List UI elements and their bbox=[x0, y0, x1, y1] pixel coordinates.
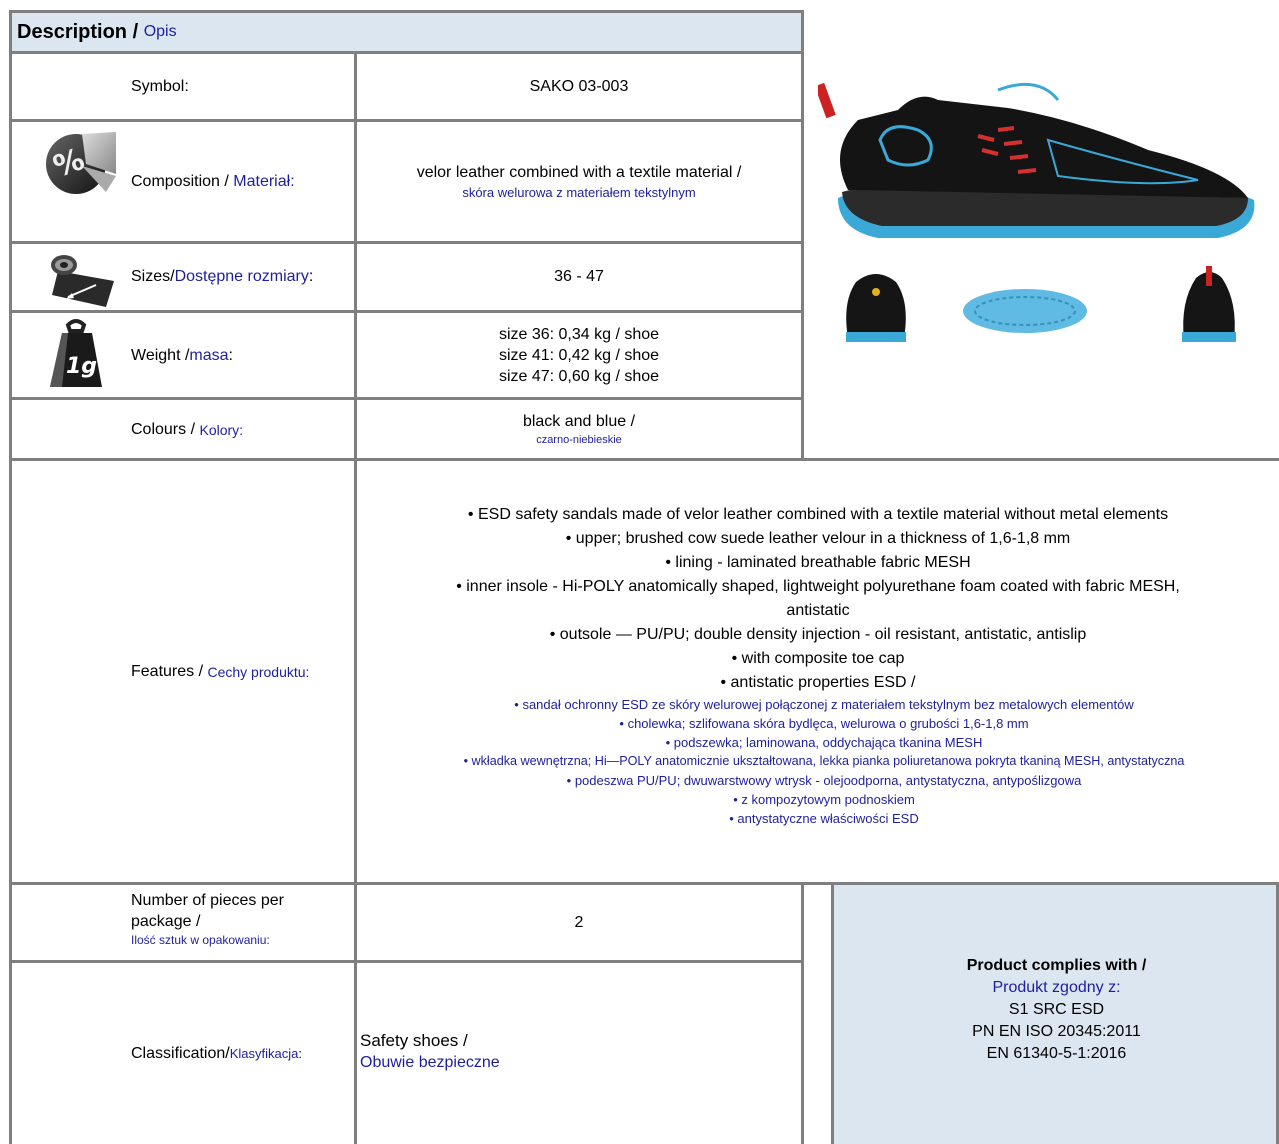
pieces-label: Number of pieces per package / Ilość szt… bbox=[131, 890, 351, 948]
compliance-title-pl: Produkt zgodny z: bbox=[992, 979, 1121, 996]
feature-pl-line: • cholewka; szlifowana skóra bydlęca, we… bbox=[619, 716, 1029, 731]
weight-label-colon: : bbox=[228, 346, 233, 364]
weight-values: size 36: 0,34 kg / shoe size 41: 0,42 kg… bbox=[357, 313, 801, 398]
classification-value-en: Safety shoes / bbox=[360, 1031, 468, 1050]
features-label-en: Features / bbox=[131, 663, 204, 680]
features-label: Features / Cechy produktu: bbox=[131, 461, 309, 883]
percent-pie-icon: % bbox=[42, 124, 118, 196]
colours-value-en: black and blue / bbox=[522, 413, 636, 430]
feature-en-line: • with composite toe cap bbox=[731, 650, 905, 667]
product-image-back bbox=[1176, 262, 1242, 346]
header-title-en: Description / bbox=[17, 20, 139, 43]
features-label-pl: Cechy produktu: bbox=[207, 664, 310, 680]
sizes-label: Sizes/ Dostępne rozmiary: bbox=[131, 244, 313, 310]
header-title-pl: Opis bbox=[143, 23, 177, 40]
colours-value-pl: czarno-niebieskie bbox=[536, 434, 622, 446]
colours-value: black and blue / czarno-niebieskie bbox=[357, 400, 801, 459]
composition-label: Composition / Materiał: bbox=[131, 122, 295, 242]
feature-pl-line: • wkładka wewnętrzna; Hi—POLY anatomiczn… bbox=[463, 754, 1185, 768]
pieces-label-en-2: package / bbox=[131, 913, 201, 930]
description-header: Description / Opis bbox=[9, 12, 802, 52]
weight-label: Weight / masa: bbox=[131, 313, 233, 398]
weight-value-47: size 47: 0,60 kg / shoe bbox=[498, 368, 660, 385]
features-pl-list: • sandał ochronny ESD ze skóry welurowej… bbox=[355, 695, 1279, 828]
feature-en-line: • ESD safety sandals made of velor leath… bbox=[467, 506, 1169, 523]
pieces-label-pl: Ilość sztuk w opakowaniu: bbox=[131, 933, 270, 947]
product-image-main bbox=[814, 80, 1268, 255]
composition-value: velor leather combined with a textile ma… bbox=[357, 122, 801, 242]
feature-pl-line: • z kompozytowym podnoskiem bbox=[733, 792, 915, 807]
colours-label-pl: Kolory: bbox=[199, 421, 244, 438]
sizes-label-pl: Dostępne rozmiary bbox=[174, 268, 309, 285]
compliance-item: EN 61340-5-1:2016 bbox=[986, 1045, 1127, 1062]
composition-value-pl: skóra welurowa z materiałem tekstylnym bbox=[462, 185, 696, 200]
measuring-tape-roll-icon bbox=[50, 251, 122, 307]
colours-label-en: Colours / bbox=[131, 420, 196, 438]
colours-label: Colours / Kolory: bbox=[131, 400, 243, 459]
sizes-label-colon: : bbox=[308, 268, 314, 285]
features-value: • ESD safety sandals made of velor leath… bbox=[357, 461, 1279, 883]
classification-label: Classification/ Klasyfikacja: bbox=[131, 963, 302, 1144]
feature-pl-line: • antystatyczne właściwości ESD bbox=[729, 811, 919, 826]
features-en-list: • ESD safety sandals made of velor leath… bbox=[357, 503, 1279, 695]
feature-pl-line: • podeszwa PU/PU; dwuwarstwowy wtrysk - … bbox=[566, 773, 1082, 788]
classification-label-pl: Klasyfikacja bbox=[229, 1046, 299, 1061]
composition-label-pl: Materiał: bbox=[233, 173, 295, 190]
composition-label-en: Composition / bbox=[131, 173, 229, 190]
classification-label-en: Classification/ bbox=[131, 1044, 230, 1062]
weight-value-41: size 41: 0,42 kg / shoe bbox=[498, 347, 660, 364]
weight-label-en: Weight / bbox=[131, 346, 190, 364]
classification-value-pl: Obuwie bezpieczne bbox=[360, 1054, 500, 1071]
pieces-label-en-1: Number of pieces per bbox=[131, 892, 284, 909]
weight-value-36: size 36: 0,34 kg / shoe bbox=[498, 326, 660, 343]
pieces-value: 2 bbox=[574, 914, 584, 931]
symbol-label-text: Symbol: bbox=[131, 77, 189, 95]
weight-1g-glyph: 1g bbox=[66, 354, 97, 379]
product-image-front bbox=[836, 262, 916, 346]
composition-value-en: velor leather combined with a textile ma… bbox=[416, 164, 742, 181]
feature-pl-line: • podszewka; laminowana, oddychająca tka… bbox=[665, 735, 983, 750]
classification-label-colon: : bbox=[298, 1046, 302, 1061]
feature-en-line: • lining - laminated breathable fabric M… bbox=[665, 554, 971, 571]
feature-en-line: antistatic bbox=[786, 602, 850, 619]
feature-pl-line: • sandał ochronny ESD ze skóry welurowej… bbox=[514, 697, 1134, 712]
sizes-label-en: Sizes/ bbox=[131, 268, 175, 285]
weight-label-pl: masa bbox=[189, 346, 229, 364]
symbol-value: SAKO 03-003 bbox=[529, 77, 629, 95]
feature-en-line: • outsole — PU/PU; double density inject… bbox=[549, 626, 1087, 643]
classification-value: Safety shoes / Obuwie bezpieczne bbox=[360, 1030, 800, 1074]
sizes-value: 36 - 47 bbox=[554, 268, 604, 285]
weight-1g-icon: 1g bbox=[48, 317, 104, 389]
product-image-sole bbox=[960, 286, 1090, 336]
compliance-title-en: Product complies with / bbox=[966, 957, 1147, 974]
compliance-item: S1 SRC ESD bbox=[1008, 1001, 1105, 1018]
feature-en-line: • antistatic properties ESD / bbox=[720, 674, 916, 691]
symbol-label: Symbol: bbox=[131, 54, 189, 119]
compliance-item: PN EN ISO 20345:2011 bbox=[972, 1023, 1141, 1040]
feature-en-line: • inner insole - Hi-POLY anatomically sh… bbox=[456, 578, 1180, 595]
feature-en-line: • upper; brushed cow suede leather velou… bbox=[565, 530, 1071, 547]
compliance-text: Product complies with / Produkt zgodny z… bbox=[834, 955, 1279, 1065]
